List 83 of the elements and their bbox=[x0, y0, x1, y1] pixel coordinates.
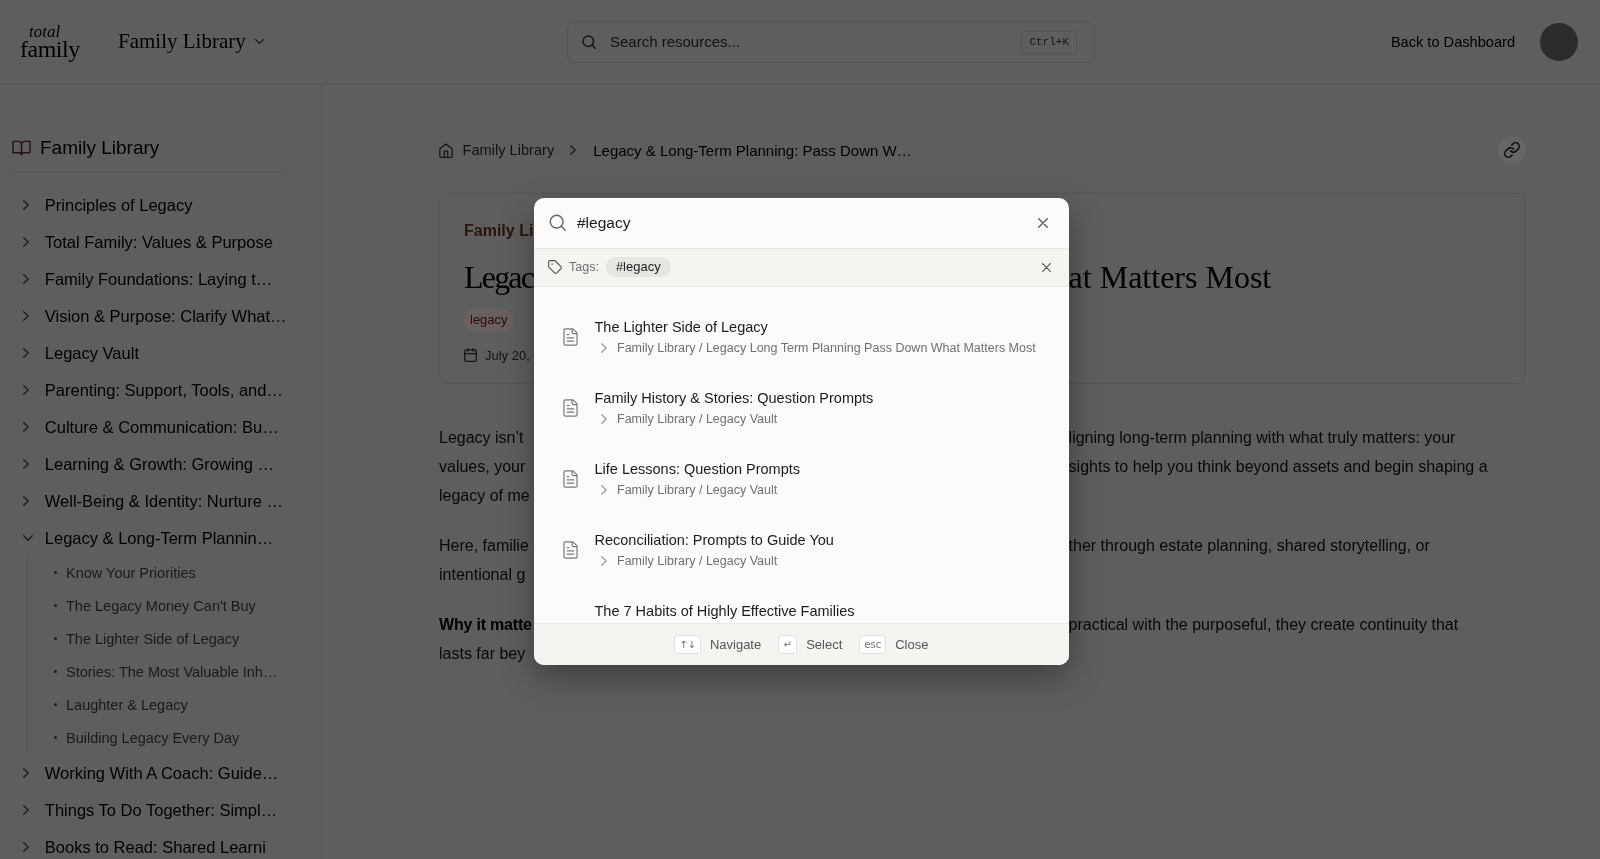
keyboard-key: esc bbox=[859, 634, 887, 654]
bullet-icon bbox=[54, 637, 57, 640]
bullet-icon bbox=[54, 703, 57, 706]
document-icon bbox=[563, 327, 578, 346]
search-result[interactable]: Reconciliation: Prompts to Guide You Family Library / Legacy Vault bbox=[542, 516, 1061, 583]
hint-label: Navigate bbox=[709, 636, 762, 652]
sidebar-item[interactable]: Principles of Legacy bbox=[9, 186, 287, 223]
sidebar-item[interactable]: Vision & Purpose: Clarify What… bbox=[9, 297, 287, 334]
sidebar-subitem[interactable]: Stories: The Most Valuable Inh… bbox=[28, 655, 278, 688]
document-icon bbox=[563, 469, 578, 488]
close-icon bbox=[1038, 217, 1048, 228]
sidebar-subitem[interactable]: Laughter & Legacy bbox=[28, 688, 188, 721]
paragraph-text: ther through estate planning, shared storytelling, or bbox=[1068, 536, 1430, 557]
bullet-icon bbox=[54, 670, 57, 673]
search-input[interactable]: #legacy bbox=[577, 213, 1031, 232]
paragraph-text: practical with the purposeful, they create continuity that bbox=[1068, 615, 1459, 636]
article-title: at Matters Most bbox=[1068, 258, 1272, 297]
document-icon bbox=[563, 540, 578, 559]
paragraph-text: intentional g bbox=[439, 565, 526, 586]
breadcrumb-current: Legacy & Long-Term Planning: Pass Down W… bbox=[593, 141, 912, 159]
copy-link-button[interactable] bbox=[1498, 136, 1526, 164]
sidebar-item[interactable]: Culture & Communication: Bu… bbox=[9, 408, 287, 445]
document-icon bbox=[563, 398, 578, 417]
search-result[interactable]: Family History & Stories: Question Prompts Family Library / Legacy Vault bbox=[542, 374, 1061, 441]
date-text: July 20, bbox=[485, 347, 530, 363]
chevron-right-icon bbox=[600, 555, 607, 566]
calendar-icon bbox=[464, 348, 477, 362]
chevron-right-icon bbox=[600, 413, 607, 424]
bullet-icon bbox=[54, 571, 57, 574]
shortcut-key: Ctrl+K bbox=[1021, 30, 1077, 54]
logo-wordmark: family bbox=[20, 38, 80, 60]
category-label: Family Li bbox=[464, 221, 534, 241]
bullet-icon bbox=[54, 604, 57, 607]
search-result[interactable]: The 7 Habits of Highly Effective Families bbox=[542, 587, 1061, 621]
tag-pill[interactable]: legacy bbox=[464, 309, 514, 331]
sidebar-item[interactable]: Total Family: Values & Purpose bbox=[9, 223, 287, 260]
close-icon bbox=[1041, 262, 1051, 272]
back-to-dashboard-link[interactable]: Back to Dashboard bbox=[1390, 33, 1515, 50]
paragraph-text: Here, familie bbox=[439, 536, 529, 557]
sidebar-item[interactable]: Well-Being & Identity: Nurture … bbox=[9, 482, 287, 519]
paragraph-text: Legacy isn’t bbox=[439, 428, 524, 449]
sidebar-item[interactable]: Legacy Vault bbox=[9, 334, 287, 371]
chevron-right-icon bbox=[600, 484, 607, 495]
article-title: Legac bbox=[464, 258, 534, 297]
sidebar-subitem[interactable]: The Legacy Money Can't Buy bbox=[28, 589, 256, 622]
breadcrumb-link[interactable]: Family Library bbox=[439, 142, 555, 158]
sidebar-title: Family Library bbox=[40, 136, 160, 159]
paragraph-text: sights to help you think beyond assets and begin shaping a bbox=[1068, 457, 1488, 478]
tags-label: Tags: bbox=[569, 260, 599, 274]
sidebar-subitem[interactable]: The Lighter Side of Legacy bbox=[28, 622, 240, 655]
paragraph-text: values, your bbox=[439, 457, 526, 478]
hint-label: Close bbox=[895, 636, 929, 652]
link-icon bbox=[1504, 142, 1520, 158]
bullet-icon bbox=[54, 736, 57, 739]
search-icon bbox=[582, 34, 596, 49]
search-result[interactable]: Life Lessons: Question Prompts Family Library / Legacy Vault bbox=[542, 445, 1061, 512]
library-menu-button[interactable]: Family Library bbox=[118, 29, 264, 54]
logo-script-text: total bbox=[29, 23, 61, 40]
sidebar-item[interactable]: Legacy & Long-Term Plannin… bbox=[9, 519, 287, 556]
paragraph-text: lasts far bey bbox=[439, 644, 526, 665]
search-icon bbox=[549, 214, 566, 232]
sidebar-item[interactable]: Learning & Growth: Growing … bbox=[9, 445, 287, 482]
hint-label: Select bbox=[806, 636, 843, 652]
home-icon bbox=[439, 142, 453, 158]
sidebar-subitem[interactable]: Building Legacy Every Day bbox=[28, 721, 240, 754]
sidebar-item[interactable]: Books to Read: Shared Learni bbox=[9, 828, 287, 859]
search-result[interactable]: The Lighter Side of Legacy Family Library / Legacy Long Term Planning Pass Down What Matters Most bbox=[542, 303, 1061, 370]
keyboard-key: ↵ bbox=[778, 634, 798, 654]
keyboard-key: ↑↓ bbox=[674, 634, 701, 654]
paragraph-text: ligning long-term planning with what truly matters: your bbox=[1068, 428, 1456, 449]
sidebar-subitem[interactable]: Know Your Priorities bbox=[28, 556, 196, 589]
chevron-down-icon bbox=[254, 39, 264, 44]
tag-chip[interactable]: #legacy bbox=[605, 257, 671, 277]
sidebar-item[interactable]: Working With A Coach: Guide… bbox=[9, 754, 287, 791]
paragraph-text: Why it matte bbox=[439, 615, 532, 636]
sidebar-item[interactable]: Things To Do Together: Simpl… bbox=[9, 791, 287, 828]
book-icon bbox=[12, 139, 31, 156]
sidebar-item[interactable]: Parenting: Support, Tools, and… bbox=[9, 371, 287, 408]
chevron-right-icon bbox=[600, 342, 607, 353]
paragraph-text: legacy of me bbox=[439, 486, 530, 507]
tag-icon bbox=[548, 260, 562, 274]
chevron-right-icon bbox=[570, 145, 577, 155]
sidebar-item[interactable]: Family Foundations: Laying t… bbox=[9, 260, 287, 297]
